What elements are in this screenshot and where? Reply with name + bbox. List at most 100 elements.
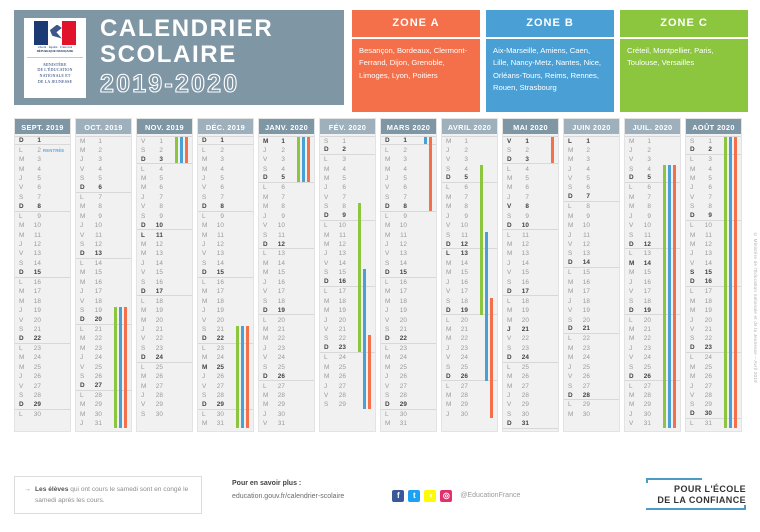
day-letter: S [507,212,512,220]
day-number: 22 [643,335,651,343]
day-cell: M3 [564,155,619,164]
day-number: 31 [216,420,224,428]
day-number: 2 [159,146,163,154]
day-number: 4 [37,165,41,173]
day-cell: M7 [625,193,680,202]
day-number: 7 [586,193,590,201]
month-days-9: L 1 M 2 M 3 J 4 V 5 S 6 D 7 L 8 M 9 M 10 J 11 V 12 S 13 D 14 L 15 M 16 M… [564,134,619,431]
month-header-11: AOÛT 2020 [686,119,741,134]
day-letter: J [385,307,389,315]
day-number: 20 [155,316,163,324]
day-cell: M 12 [137,240,192,249]
day-cell: S 12 [76,240,131,249]
day-cell: J4 [564,164,619,173]
day-number: 5 [220,174,224,182]
day-letter: M [202,156,208,164]
day-letter: L [19,278,23,286]
day-cell: M9 [76,212,131,221]
day-cell: J 18 [564,296,619,305]
day-letter: S [446,363,451,371]
month-days-7: M 1 J 2 V 3 S 4 D 5 L 6 M 7 M 8 J 9 V 10 S 11 D 12 L 13 M 14 M 15 J 16 V… [442,134,497,431]
day-number: 28 [155,392,163,400]
day-cell: M 28 [625,391,680,400]
day-letter: J [80,420,84,428]
day-letter: S [324,137,329,145]
day-cell: M 15 [442,268,497,277]
day-number: 19 [277,306,285,314]
day-number: 23 [704,344,712,352]
day-cell: J 21 [137,325,192,334]
day-number: 15 [94,269,102,277]
day-number: 20 [338,316,346,324]
day-cell: M 31 [198,419,253,428]
day-letter: S [629,231,634,239]
day-cell: V 28 [686,391,741,400]
day-letter: L [690,354,694,362]
snapchat-icon[interactable]: ◑ [424,489,437,502]
day-number: 19 [338,307,346,315]
day-letter: M [263,203,269,211]
day-letter: J [80,156,84,164]
month-column-8: MAI 2020 V 1 S 2 D 3 L 4 M 5 M 6 J 7 V 8 S 9 D 10 L 11 M 12 M 13 J 1… [502,118,559,432]
day-letter: D [202,202,207,210]
day-letter: V [629,288,634,296]
day-cell: D 12 [625,240,680,250]
day-cell: M 27 [137,381,192,390]
day-number: 29 [94,401,102,409]
day-cell: J 31 [76,419,131,428]
day-cell: V 21 [686,325,741,334]
day-letter: J [80,354,84,362]
day-letter: D [385,400,390,408]
day-cell: L 31 [686,419,741,428]
day-letter: J [446,410,450,418]
day-letter: L [507,165,511,173]
day-number: 15 [460,269,468,277]
day-number: 6 [403,184,407,192]
day-number: 1 [37,137,41,145]
day-number: 27 [399,382,407,390]
day-letter: D [141,287,146,295]
confiance-line2: DE LA CONFIANCE [657,494,746,505]
day-number: 16 [155,278,163,286]
day-number: 11 [278,231,285,239]
facebook-icon[interactable]: f [392,489,405,502]
day-number: 25 [521,363,529,371]
copyright-text: © Ministère de l'Éducation nationale et … [753,232,758,383]
day-letter: D [690,146,695,154]
day-cell: M 25 [320,363,375,372]
day-cell: D 15 [381,268,436,278]
day-number: 24 [216,354,224,362]
zone-card-c: ZONE C Créteil, Montpellier, Paris, Toulo… [620,10,748,112]
page-footer: → Les élèves qui ont cours le samedi son… [0,464,760,514]
day-cell: S1 [686,136,741,145]
day-letter: J [202,241,206,249]
day-number: 27 [277,382,285,390]
day-number: 25 [277,363,285,371]
instagram-icon[interactable]: ◎ [440,489,453,502]
month-column-0: SEPT. 2019 D 1 L 2 RENTRÉE M 3 M 4 J 5 V 6 S 7 D 8 L 9 M 10 M 1… [14,118,71,432]
day-cell: M4 [15,164,70,173]
day-number: 5 [98,174,102,182]
day-letter: L [690,288,694,296]
day-number: 9 [37,212,41,220]
day-letter: M [80,344,86,352]
day-cell: M 14 [259,259,314,268]
day-number: 2 [403,146,407,154]
day-cell: M 11 [198,230,253,239]
day-number: 28 [704,392,712,400]
day-number: 5 [647,174,651,182]
more-info-url[interactable]: education.gouv.fr/calendrier-scolaire [232,493,344,500]
day-number: 24 [155,353,163,361]
day-number: 17 [704,288,712,296]
day-number: 23 [216,344,224,352]
day-cell: D 29 [15,400,70,410]
day-cell: V 15 [503,268,558,277]
day-letter: V [263,354,268,362]
day-number: 5 [403,174,407,182]
day-cell: S1 [320,136,375,145]
twitter-icon[interactable]: t [408,489,421,502]
day-cell: L 18 [503,296,558,305]
day-letter: L [141,165,145,173]
month-column-9: JUIN 2020 L 1 M 2 M 3 J 4 V 5 S 6 D 7 L 8 M 9 M 10 J 11 V 12 S 13 D… [563,118,620,432]
day-letter: S [629,297,634,305]
